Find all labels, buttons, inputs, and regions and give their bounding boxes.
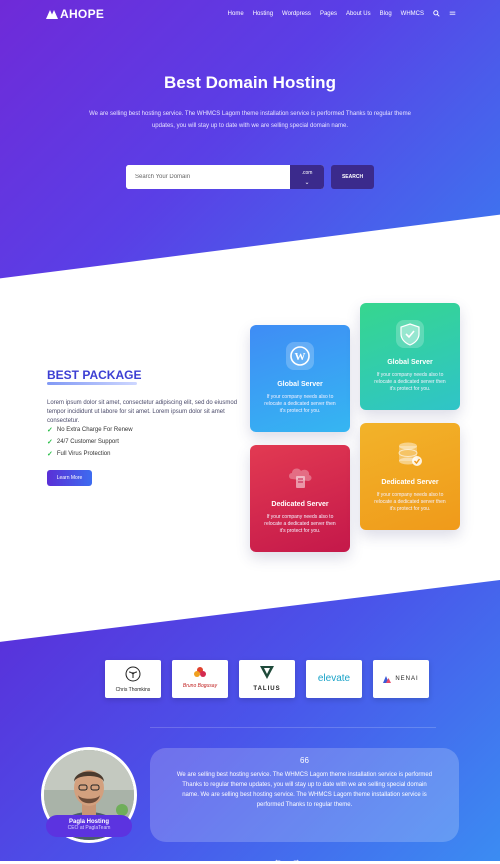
service-card[interactable]: Dedicated Server If your company needs a… — [250, 445, 350, 552]
nav-item-pages[interactable]: Pages — [320, 11, 337, 17]
brand-name: elevate — [317, 673, 351, 684]
nav-item-about[interactable]: About Us — [346, 11, 371, 17]
author-badge: Pagla Hosting CEO at PaglaTeam — [46, 815, 132, 837]
section-divider — [150, 727, 436, 728]
card-text: If your company needs also to relocate a… — [374, 492, 446, 512]
tld-select[interactable]: .com ⌄ — [290, 165, 324, 189]
feature-label: Full Virus Protection — [56, 451, 111, 457]
search-button[interactable]: SEARCH — [331, 165, 374, 189]
card-text: If your company needs also to relocate a… — [374, 372, 446, 392]
feature-item: ✓ No Extra Charge For Renew — [47, 426, 133, 434]
leaf-logo-icon — [125, 666, 141, 682]
brand-logo[interactable]: Chris Thomkins — [105, 660, 161, 698]
database-check-icon — [398, 442, 422, 466]
search-icon[interactable] — [433, 10, 440, 17]
card-title: Global Server — [277, 381, 323, 388]
main-menu: Home Hosting Wordpress Pages About Us Bl… — [228, 10, 456, 17]
testimonial-card: 66 We are selling best hosting service. … — [150, 748, 459, 842]
chevron-down-icon: ⌄ — [304, 180, 310, 186]
shield-icon — [396, 320, 424, 348]
tld-value: .com — [301, 170, 313, 176]
brand-logo[interactable]: Bruno Bogusay — [172, 660, 228, 698]
brand-name: Chris Thomkins — [115, 687, 151, 693]
feature-item: ✓ 24/7 Customer Support — [47, 438, 119, 446]
wordpress-icon: W — [286, 342, 314, 370]
card-text: If your company needs also to relocate a… — [264, 394, 336, 414]
brand-name: TALIUS — [253, 686, 281, 692]
nav-item-blog[interactable]: Blog — [380, 11, 392, 17]
service-card[interactable]: Dedicated Server If your company needs a… — [360, 423, 460, 530]
learn-more-button[interactable]: Learn More — [47, 470, 92, 486]
nav-item-whmcs[interactable]: WHMCS — [401, 11, 424, 17]
check-icon: ✓ — [47, 451, 53, 458]
service-card[interactable]: W Global Server If your company needs al… — [250, 325, 350, 432]
testimonial-text: We are selling best hosting service. The… — [176, 772, 433, 808]
feature-label: No Extra Charge For Renew — [56, 427, 133, 433]
hero-subtitle: We are selling best hosting service. The… — [89, 111, 411, 129]
feature-item: ✓ Full Virus Protection — [47, 450, 110, 458]
cloud-server-icon — [289, 468, 312, 488]
package-description: Lorem ipsum dolor sit amet, consectetur … — [47, 400, 238, 424]
service-card[interactable]: Global Server If your company needs also… — [360, 303, 460, 410]
card-title: Dedicated Server — [271, 501, 329, 508]
nav-item-home[interactable]: Home — [228, 11, 244, 17]
logo-text: AHOPE — [60, 7, 105, 21]
slider-arrows[interactable]: ← → — [274, 855, 304, 864]
hero-section — [0, 0, 500, 279]
card-title: Global Server — [387, 359, 433, 366]
menu-icon[interactable] — [449, 10, 456, 17]
nav-item-wordpress[interactable]: Wordpress — [282, 11, 311, 17]
domain-search-box: .com ⌄ — [126, 165, 324, 189]
hero-title: Best Domain Hosting — [164, 73, 336, 92]
feature-label: 24/7 Customer Support — [56, 439, 119, 445]
nav-item-hosting[interactable]: Hosting — [253, 11, 273, 17]
svg-text:W: W — [295, 351, 306, 363]
domain-search-input[interactable] — [126, 165, 290, 189]
check-icon: ✓ — [47, 439, 53, 446]
top-navigation: AHOPE Home Hosting Wordpress Pages About… — [0, 0, 500, 28]
check-icon: ✓ — [47, 427, 53, 434]
brand-logo[interactable]: TALIUS — [239, 660, 295, 698]
card-title: Dedicated Server — [381, 479, 439, 486]
brand-name: Bruno Bogusay — [182, 683, 218, 689]
card-text: If your company needs also to relocate a… — [264, 514, 336, 534]
brand-logo[interactable]: NENAI — [373, 660, 429, 698]
brand-name: NENAI — [395, 676, 419, 682]
flower-logo-icon — [194, 667, 206, 677]
triangle-logo-icon — [260, 666, 274, 679]
logo-mark-icon — [46, 9, 58, 19]
site-logo[interactable]: AHOPE — [46, 7, 104, 21]
brand-logo[interactable]: elevate — [306, 660, 362, 698]
quote-mark: 66 — [300, 756, 309, 765]
package-title: BEST PACKAGE — [47, 368, 142, 385]
author-role: CEO at PaglaTeam — [67, 825, 111, 831]
